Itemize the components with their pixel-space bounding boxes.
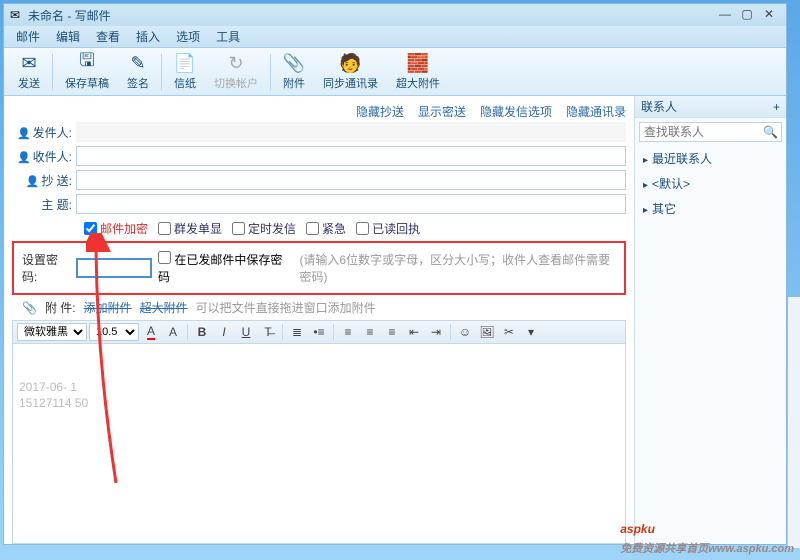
password-input[interactable] (76, 258, 152, 278)
indent-button[interactable]: ⇥ (426, 322, 446, 342)
subject-label: 主 题: (12, 196, 76, 213)
contacts-icon: 🧑 (340, 52, 362, 74)
opt-urgent[interactable]: 紧急 (306, 220, 346, 237)
switch-account-button: ↻切换帐户 (206, 50, 266, 93)
opt-read-receipt[interactable]: 已读回执 (356, 220, 420, 237)
align-left-button[interactable]: ≡ (338, 322, 358, 342)
header-links: 隐藏抄送 显示密送 隐藏发信选项 隐藏通讯录 (12, 102, 626, 120)
opt-group-single[interactable]: 群发单显 (158, 220, 222, 237)
link-hide-contacts[interactable]: 隐藏通讯录 (566, 103, 626, 120)
editor-date: 2017-06- 1 (19, 380, 619, 394)
stationery-icon: 📄 (174, 52, 196, 74)
sync-contacts-button[interactable]: 🧑同步通讯录 (315, 50, 386, 93)
outdent-button[interactable]: ⇤ (404, 322, 424, 342)
watermark: aspku 免费资源共享首页www.aspku.com (620, 508, 794, 556)
stationery-button[interactable]: 📄信纸 (166, 50, 204, 93)
toolbar: ✉发送 🖫保存草稿 ✎签名 📄信纸 ↻切换帐户 📎附件 🧑同步通讯录 🧱超大附件 (4, 48, 786, 96)
password-hint: (请输入6位数字或字母，区分大小写；收件人查看邮件需要密码) (299, 251, 616, 285)
paperclip-icon: 📎 (283, 52, 305, 74)
attach-label: 附 件: (45, 299, 76, 316)
ordered-list-button[interactable]: ≣ (287, 322, 307, 342)
signature-icon: ✎ (127, 52, 149, 74)
signature-button[interactable]: ✎签名 (119, 50, 157, 93)
highlight-button[interactable]: A (163, 322, 183, 342)
attach-icon: 📎 (22, 301, 37, 315)
add-contact-button[interactable]: + (773, 100, 780, 114)
unordered-list-button[interactable]: •≡ (309, 322, 329, 342)
contacts-title: 联系人 (641, 98, 677, 115)
opt-receipt-checkbox[interactable] (356, 222, 369, 235)
opt-schedule[interactable]: 定时发信 (232, 220, 296, 237)
contacts-panel: 联系人 + 🔍 最近联系人 <默认> 其它 (634, 96, 786, 544)
bold-button[interactable]: B (192, 322, 212, 342)
font-color-button[interactable]: A (141, 322, 161, 342)
font-family-select[interactable]: 微软雅黑 (17, 323, 87, 341)
menu-edit[interactable]: 编辑 (50, 26, 86, 47)
window-title: 未命名 - 写邮件 (28, 7, 111, 24)
to-input[interactable] (76, 146, 626, 166)
more-button[interactable]: ▾ (521, 322, 541, 342)
maximize-button[interactable]: ▢ (736, 7, 758, 23)
opt-encrypt[interactable]: 邮件加密 (84, 220, 148, 237)
save-password-option[interactable]: 在已发邮件中保存密码 (158, 251, 285, 285)
menu-insert[interactable]: 插入 (130, 26, 166, 47)
attach-tip: 可以把文件直接拖进窗口添加附件 (196, 299, 376, 316)
big-file-icon: 🧱 (407, 52, 429, 74)
attach-row: 📎 附 件: 添加附件 超大附件 可以把文件直接拖进窗口添加附件 (12, 297, 626, 320)
italic-button[interactable]: I (214, 322, 234, 342)
font-size-select[interactable]: 10.5 (89, 323, 139, 341)
search-icon[interactable]: 🔍 (763, 125, 778, 139)
subject-input[interactable] (76, 194, 626, 214)
contacts-group-other[interactable]: 其它 (635, 196, 786, 221)
save-icon: 🖫 (76, 52, 98, 74)
password-label: 设置密码: (22, 251, 70, 285)
cc-label: 抄 送: (12, 172, 76, 189)
opt-schedule-checkbox[interactable] (232, 222, 245, 235)
close-button[interactable]: ✕ (758, 7, 780, 23)
menu-tools[interactable]: 工具 (210, 26, 246, 47)
from-label: 发件人: (12, 124, 76, 141)
contacts-search-input[interactable] (639, 122, 782, 142)
titlebar: ✉ 未命名 - 写邮件 — ▢ ✕ (4, 4, 786, 26)
password-box: 设置密码: 在已发邮件中保存密码 (请输入6位数字或字母，区分大小写；收件人查看… (12, 241, 626, 295)
emoji-button[interactable]: ☺ (455, 322, 475, 342)
attachment-button[interactable]: 📎附件 (275, 50, 313, 93)
opt-group-checkbox[interactable] (158, 222, 171, 235)
send-icon: ✉ (18, 52, 40, 74)
save-draft-button[interactable]: 🖫保存草稿 (57, 50, 117, 93)
opt-encrypt-checkbox[interactable] (84, 222, 97, 235)
editor-toolbar: 微软雅黑 10.5 A A B I U T̶ ≣ •≡ ≡ ≡ ≡ ⇤ ⇥ ☺ (12, 320, 626, 344)
save-password-checkbox[interactable] (158, 251, 171, 264)
contacts-group-recent[interactable]: 最近联系人 (635, 146, 786, 171)
app-icon: ✉ (10, 8, 24, 22)
editor-body[interactable]: 2017-06- 1 15127114 50 (12, 344, 626, 544)
editor-phone: 15127114 50 (19, 396, 619, 410)
image-button[interactable]: 🖼 (477, 322, 497, 342)
align-right-button[interactable]: ≡ (382, 322, 402, 342)
menu-view[interactable]: 查看 (90, 26, 126, 47)
switch-icon: ↻ (225, 52, 247, 74)
menu-mail[interactable]: 邮件 (10, 26, 46, 47)
big-attachment-button[interactable]: 🧱超大附件 (388, 50, 448, 93)
link-show-bcc[interactable]: 显示密送 (418, 103, 466, 120)
screenshot-button[interactable]: ✂ (499, 322, 519, 342)
to-label: 收件人: (12, 148, 76, 165)
menu-options[interactable]: 选项 (170, 26, 206, 47)
contacts-group-default[interactable]: <默认> (635, 171, 786, 196)
opt-urgent-checkbox[interactable] (306, 222, 319, 235)
minimize-button[interactable]: — (714, 7, 736, 23)
underline-button[interactable]: U (236, 322, 256, 342)
from-value[interactable] (76, 122, 626, 142)
big-attachment-link[interactable]: 超大附件 (140, 301, 188, 315)
send-button[interactable]: ✉发送 (10, 50, 48, 93)
align-center-button[interactable]: ≡ (360, 322, 380, 342)
link-hide-options[interactable]: 隐藏发信选项 (480, 103, 552, 120)
link-hide-cc[interactable]: 隐藏抄送 (356, 103, 404, 120)
menubar: 邮件 编辑 查看 插入 选项 工具 (4, 26, 786, 48)
add-attachment-link[interactable]: 添加附件 (84, 301, 132, 315)
cc-input[interactable] (76, 170, 626, 190)
clear-format-button[interactable]: T̶ (258, 322, 278, 342)
